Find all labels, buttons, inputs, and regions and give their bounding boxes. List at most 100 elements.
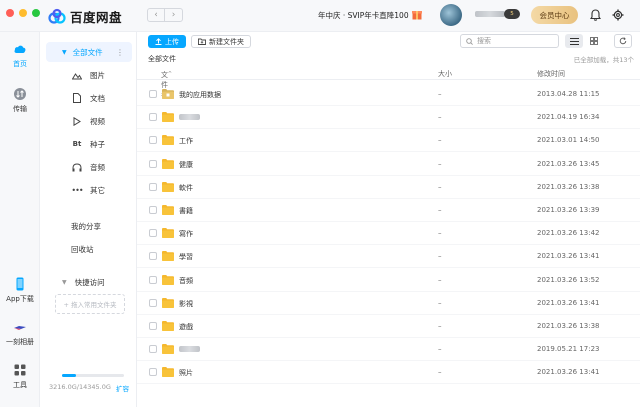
- more-icon: •••: [71, 185, 83, 195]
- table-row[interactable]: 影視 – 2021.03.26 13:41: [137, 292, 640, 315]
- file-name[interactable]: 健康: [179, 160, 193, 170]
- column-mtime-header[interactable]: 修改时间: [537, 69, 565, 79]
- sidebar-item-documents[interactable]: 文档: [40, 90, 137, 106]
- rail-item-tools[interactable]: 工具: [0, 363, 40, 390]
- refresh-button[interactable]: [614, 34, 632, 48]
- rail-item-album[interactable]: 一刻相册: [0, 320, 40, 347]
- sidebar-item-torrents[interactable]: Bt 种子: [40, 136, 137, 152]
- table-row[interactable]: 書籍 – 2021.03.26 13:39: [137, 199, 640, 222]
- rail-label-album: 一刻相册: [6, 338, 34, 346]
- column-size-header[interactable]: 大小: [438, 69, 452, 79]
- file-name[interactable]: 工作: [179, 136, 193, 146]
- caret-down-icon[interactable]: ▼: [62, 279, 67, 286]
- folder-icon: [162, 251, 174, 262]
- rail-item-transfer[interactable]: 传输: [0, 87, 40, 114]
- list-view-toggle[interactable]: [565, 34, 583, 48]
- table-row[interactable]: 學習 – 2021.03.26 13:41: [137, 245, 640, 269]
- table-row[interactable]: 寫作 – 2021.03.26 13:42: [137, 222, 640, 246]
- sidebar-quick-access-label: 快捷访问: [74, 277, 105, 287]
- zoom-window-button[interactable]: [32, 9, 40, 17]
- file-size: –: [438, 90, 442, 98]
- file-name[interactable]: 書籍: [179, 206, 193, 216]
- file-name[interactable]: 照片: [179, 368, 193, 378]
- sidebar-item-others[interactable]: ••• 其它: [40, 182, 137, 198]
- window-controls[interactable]: [6, 9, 40, 17]
- table-row[interactable]: – 2019.05.21 17:23: [137, 338, 640, 362]
- row-checkbox[interactable]: [149, 229, 157, 238]
- row-checkbox[interactable]: [149, 322, 157, 330]
- upload-button[interactable]: 上传: [148, 35, 186, 48]
- forward-button[interactable]: ›: [165, 9, 182, 21]
- phone-icon: [16, 277, 24, 291]
- file-name[interactable]: 我的应用数据: [179, 90, 221, 100]
- table-row[interactable]: 軟件 – 2021.03.26 13:38: [137, 176, 640, 199]
- row-checkbox[interactable]: [149, 182, 157, 191]
- sidebar-item-my-share[interactable]: 我的分享: [40, 218, 137, 234]
- close-window-button[interactable]: [6, 9, 14, 17]
- quick-access-drop-zone[interactable]: + 拖入常用文件夹: [55, 294, 125, 314]
- row-checkbox[interactable]: [149, 206, 157, 214]
- file-size: –: [438, 275, 442, 284]
- file-name[interactable]: 音頻: [179, 276, 193, 286]
- rail-item-home[interactable]: 首页: [0, 42, 40, 69]
- caret-down-icon[interactable]: ▼: [62, 49, 67, 56]
- back-button[interactable]: ‹: [148, 9, 165, 21]
- search-icon: [466, 37, 473, 45]
- row-checkbox[interactable]: [149, 136, 157, 145]
- gift-icon[interactable]: [412, 8, 422, 20]
- table-row[interactable]: 健康 – 2021.03.26 13:45: [137, 153, 640, 176]
- file-mtime: 2021.03.26 13:45: [537, 159, 600, 168]
- list-view-icon: [569, 37, 579, 45]
- search-input[interactable]: 搜索: [460, 34, 559, 48]
- rail-label-home: 首页: [13, 60, 27, 68]
- sidebar-item-label: 种子: [90, 139, 105, 149]
- folder-icon: [162, 135, 174, 146]
- table-row[interactable]: 遊戲 – 2021.03.26 13:38: [137, 315, 640, 338]
- file-name[interactable]: 寫作: [179, 229, 193, 239]
- bt-icon: Bt: [72, 140, 82, 148]
- rail-item-app-download[interactable]: App下载: [0, 277, 40, 304]
- table-row[interactable]: 照片 – 2021.03.26 13:41: [137, 361, 640, 385]
- sort-asc-icon[interactable]: ⌃: [167, 70, 173, 78]
- promo-banner[interactable]: 年中庆 · SVIP年卡直降100: [318, 10, 409, 21]
- sidebar-item-label: 文档: [90, 93, 105, 103]
- minimize-window-button[interactable]: [19, 9, 27, 17]
- row-checkbox[interactable]: [149, 368, 157, 377]
- row-checkbox[interactable]: [149, 159, 157, 168]
- sidebar-item-audio[interactable]: 音频: [40, 159, 137, 175]
- row-checkbox[interactable]: [149, 275, 157, 284]
- grid-view-toggle[interactable]: [585, 34, 603, 48]
- file-name-blurred[interactable]: [179, 346, 200, 353]
- table-row[interactable]: 我的应用数据 – 2013.04.28 11:15: [137, 83, 640, 106]
- avatar[interactable]: [440, 4, 462, 26]
- sidebar-item-recycle-bin[interactable]: 回收站: [40, 241, 137, 257]
- row-checkbox[interactable]: [149, 252, 157, 261]
- folder-icon: [162, 344, 174, 355]
- table-row[interactable]: – 2021.04.19 16:34: [137, 106, 640, 130]
- more-vertical-icon[interactable]: ⋮: [116, 48, 124, 57]
- sidebar-item-all-files-row[interactable]: ▼ 全部文件 ⋮: [40, 44, 137, 60]
- file-name[interactable]: 影視: [179, 299, 193, 309]
- member-center-button[interactable]: 会员中心: [531, 6, 578, 24]
- row-checkbox[interactable]: [149, 90, 157, 98]
- table-row[interactable]: 音頻 – 2021.03.26 13:52: [137, 269, 640, 292]
- gear-icon[interactable]: [612, 9, 624, 21]
- table-row[interactable]: 工作 – 2021.03.01 14:50: [137, 129, 640, 153]
- row-checkbox[interactable]: [149, 113, 157, 122]
- sidebar-item-images[interactable]: 图片: [40, 67, 137, 83]
- expand-storage-link[interactable]: 扩容: [116, 383, 129, 393]
- file-name[interactable]: 遊戲: [179, 322, 193, 332]
- file-name[interactable]: 軟件: [179, 183, 193, 193]
- username-blurred[interactable]: [475, 11, 505, 17]
- row-checkbox[interactable]: [149, 298, 157, 307]
- bell-icon[interactable]: [590, 9, 601, 21]
- row-checkbox[interactable]: [149, 345, 157, 354]
- breadcrumb[interactable]: 全部文件: [148, 54, 176, 64]
- file-size: –: [438, 252, 442, 261]
- folder-icon: [162, 112, 174, 123]
- file-name[interactable]: 學習: [179, 252, 193, 262]
- sidebar-item-videos[interactable]: 视频: [40, 113, 137, 129]
- sidebar-item-quick-access[interactable]: ▼ 快捷访问: [40, 274, 137, 290]
- file-name-blurred[interactable]: [179, 114, 200, 121]
- new-folder-button[interactable]: 新建文件夹: [191, 35, 251, 48]
